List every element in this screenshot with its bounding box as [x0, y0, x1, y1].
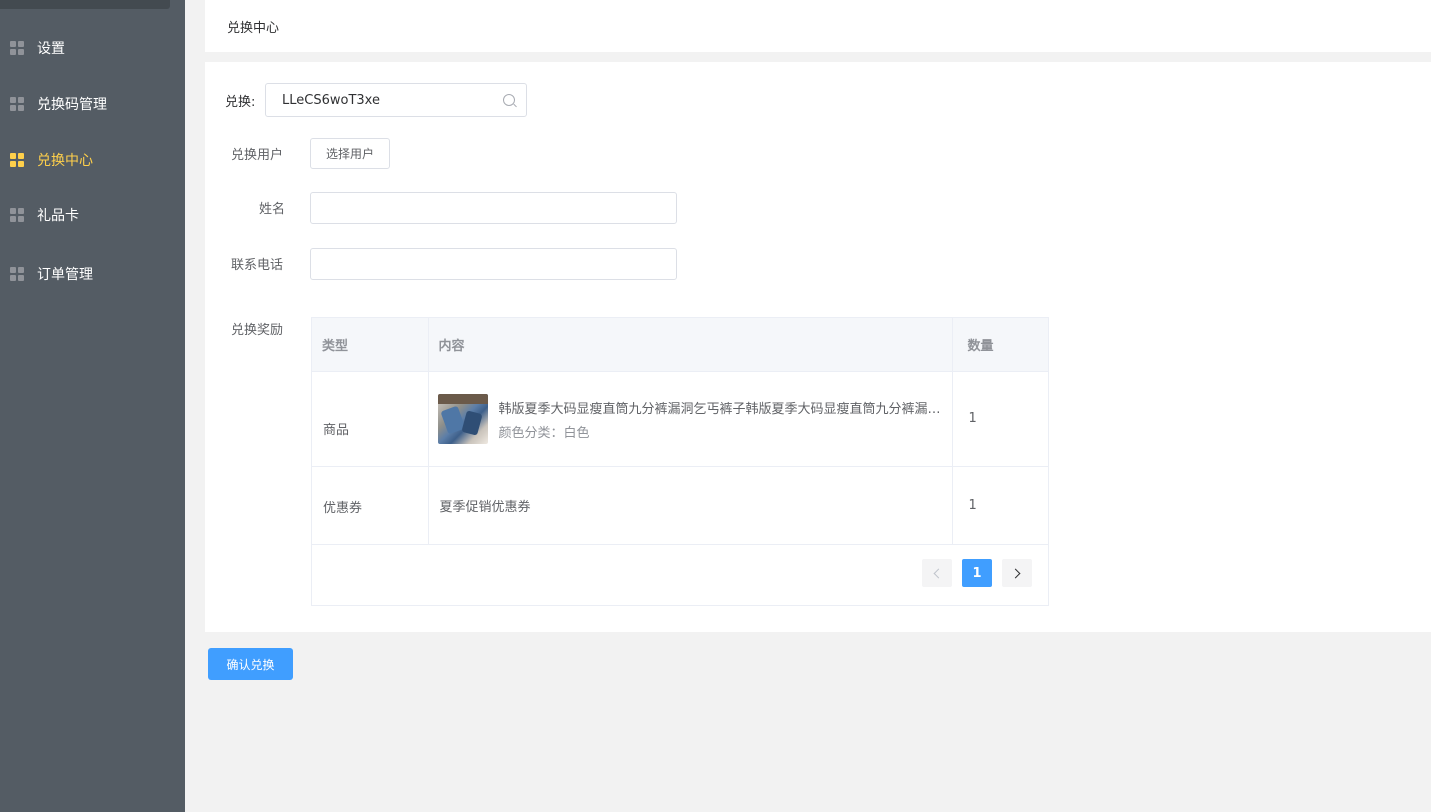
cell-content: 夏季促销优惠券: [428, 466, 953, 545]
grid-icon: [10, 153, 24, 167]
sidebar-top-bar: [0, 0, 170, 9]
sidebar-item-label: 礼品卡: [37, 208, 79, 224]
grid-icon: [10, 41, 24, 55]
redeem-code-label: 兑换:: [225, 95, 256, 110]
name-label: 姓名: [259, 202, 286, 217]
page-header: 兑换中心: [205, 0, 1431, 52]
page-number-button[interactable]: 1: [962, 559, 992, 587]
cell-content: 韩版夏季大码显瘦直筒九分裤漏洞乞丐裤子韩版夏季大码显瘦直筒九分裤漏洞乞丐裤子 颜…: [428, 371, 953, 467]
search-icon[interactable]: [503, 94, 515, 106]
sidebar-item-order-management[interactable]: 订单管理: [0, 254, 185, 294]
sidebar-item-label: 设置: [37, 41, 65, 57]
next-page-button[interactable]: [1002, 559, 1032, 587]
page-title: 兑换中心: [227, 21, 280, 36]
confirm-redeem-button[interactable]: 确认兑换: [208, 648, 293, 680]
sidebar-item-redeem-center[interactable]: 兑换中心: [0, 140, 185, 180]
sidebar-item-gift-card[interactable]: 礼品卡: [0, 195, 185, 235]
column-header-type: 类型: [312, 318, 429, 372]
grid-icon: [10, 267, 24, 281]
sidebar-item-settings[interactable]: 设置: [0, 28, 185, 68]
product-name: 韩版夏季大码显瘦直筒九分裤漏洞乞丐裤子韩版夏季大码显瘦直筒九分裤漏洞乞丐裤子: [498, 401, 949, 417]
sidebar-item-label: 订单管理: [37, 267, 93, 283]
redeem-form-card: 兑换: 兑换用户 选择用户 姓名 联系电话 兑换奖励 类型 内容 数量 商品: [205, 62, 1431, 632]
sidebar-item-code-management[interactable]: 兑换码管理: [0, 84, 185, 124]
table-row: 优惠券 夏季促销优惠券 1: [312, 466, 1048, 545]
phone-input[interactable]: [310, 248, 677, 280]
sidebar-item-label: 兑换中心: [37, 153, 93, 169]
sidebar-item-label: 兑换码管理: [37, 97, 107, 113]
table-row: 商品 韩版夏季大码显瘦直筒九分裤漏洞乞丐裤子韩版夏季大码显瘦直筒九分裤漏洞乞丐裤…: [312, 371, 1048, 467]
redeem-user-label: 兑换用户: [231, 148, 284, 163]
reward-table: 类型 内容 数量 商品 韩版夏季大码显瘦直筒九分裤漏洞乞丐裤子韩版夏季大码显瘦直…: [311, 317, 1049, 606]
redeem-code-search: [265, 83, 527, 117]
name-input[interactable]: [310, 192, 677, 224]
grid-icon: [10, 97, 24, 111]
cell-quantity: 1: [952, 466, 1048, 545]
table-header-row: 类型 内容 数量: [312, 318, 1048, 372]
pagination: 1: [912, 559, 1032, 587]
select-user-button[interactable]: 选择用户: [310, 138, 390, 169]
cell-type: 优惠券: [312, 466, 429, 545]
product-spec: 颜色分类：白色: [498, 425, 590, 441]
column-header-quantity: 数量: [952, 318, 1048, 372]
redeem-code-input[interactable]: [282, 85, 492, 115]
product-thumbnail: [437, 393, 488, 444]
sidebar: 设置 兑换码管理 兑换中心 礼品卡 订单管理: [0, 0, 185, 812]
cell-type: 商品: [312, 371, 429, 467]
column-header-content: 内容: [428, 318, 953, 372]
chevron-right-icon: [1010, 568, 1021, 578]
chevron-left-icon: [933, 568, 944, 578]
grid-icon: [10, 208, 24, 222]
cell-quantity: 1: [952, 371, 1048, 467]
phone-label: 联系电话: [231, 258, 284, 273]
prev-page-button[interactable]: [922, 559, 952, 587]
reward-label: 兑换奖励: [231, 323, 284, 338]
